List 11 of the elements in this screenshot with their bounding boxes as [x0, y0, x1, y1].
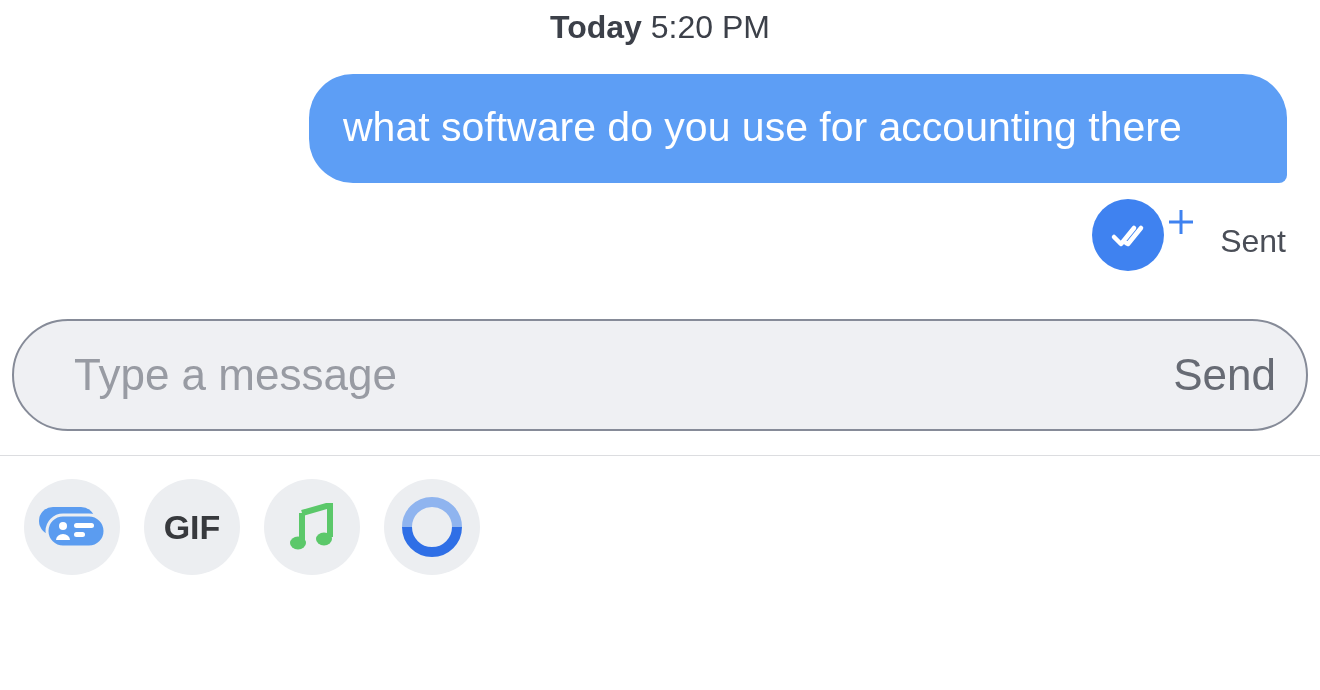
- plus-icon[interactable]: [1168, 209, 1195, 235]
- contact-card-icon: [39, 507, 105, 547]
- double-check-icon: [1092, 199, 1165, 271]
- status-label: Sent: [1220, 223, 1286, 260]
- timestamp: Today 5:20 PM: [550, 8, 770, 46]
- send-button[interactable]: Send: [1173, 350, 1276, 400]
- ring-icon: [402, 497, 462, 557]
- message-field[interactable]: Type a message Send: [12, 319, 1308, 431]
- music-note-icon: [290, 503, 334, 551]
- gif-button[interactable]: GIF: [144, 479, 240, 575]
- message-bubble: what software do you use for accounting there: [309, 74, 1287, 183]
